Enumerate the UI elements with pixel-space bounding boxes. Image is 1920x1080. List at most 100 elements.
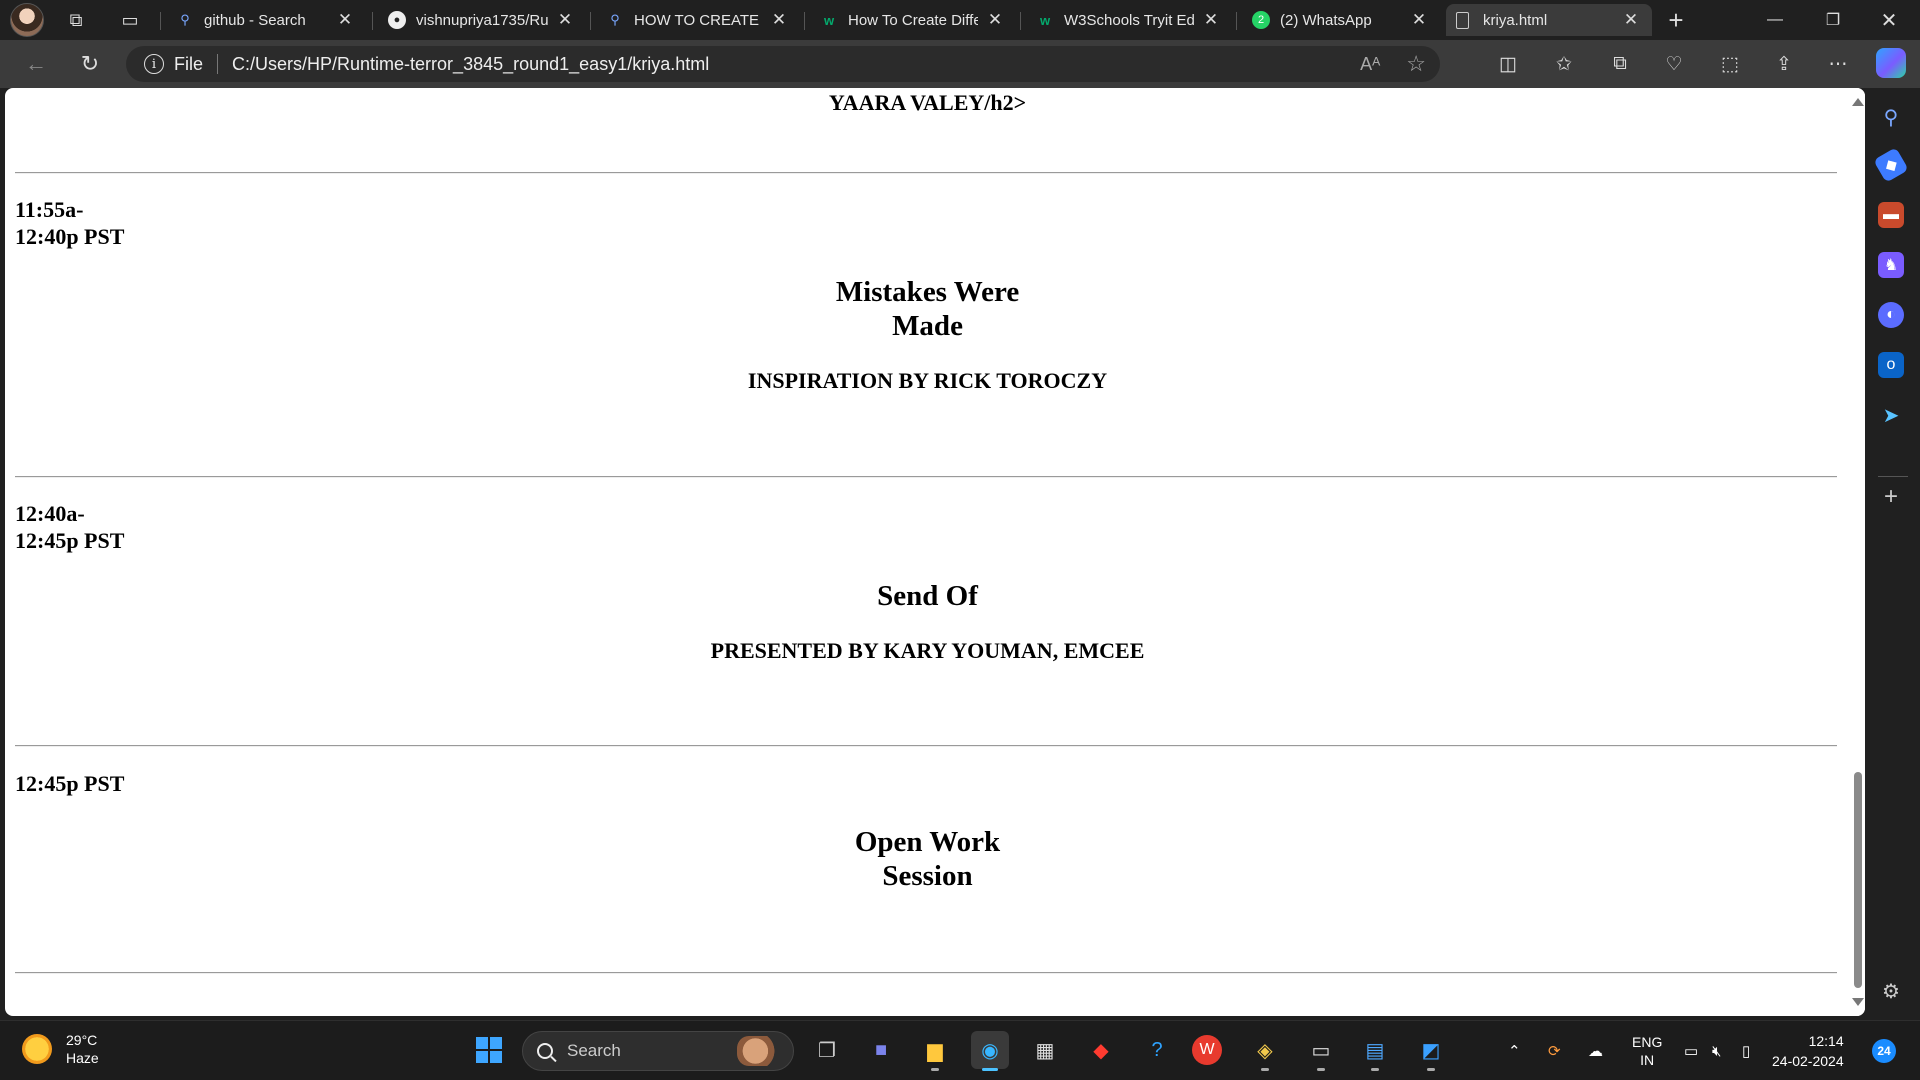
language-indicator[interactable]: ENG IN [1632, 1021, 1662, 1080]
tab-title: (2) WhatsApp [1280, 11, 1372, 29]
close-tab-icon[interactable]: ✕ [1408, 10, 1430, 30]
paint-icon[interactable]: ◩ [1412, 1031, 1450, 1071]
notification-badge[interactable]: 24 [1872, 1039, 1896, 1063]
network-icon[interactable]: ▭ [1684, 1021, 1698, 1080]
tab-w3schools-tryit[interactable]: w W3Schools Tryit Edit ✕ [1026, 4, 1232, 36]
search-icon [537, 1043, 553, 1059]
url-text[interactable]: C:/Users/HP/Runtime-terror_3845_round1_e… [232, 54, 709, 75]
close-tab-icon[interactable]: ✕ [768, 10, 790, 30]
favorite-star-icon[interactable]: ☆ [1406, 51, 1426, 77]
anydesk-icon[interactable]: ◆ [1082, 1031, 1120, 1069]
copilot-sidebar-icon[interactable]: ◐ [1878, 302, 1904, 328]
scrollbar-thumb[interactable] [1854, 772, 1862, 988]
help-icon[interactable]: ? [1138, 1031, 1176, 1069]
close-tab-icon[interactable]: ✕ [1200, 10, 1222, 30]
divider [15, 972, 1837, 974]
address-bar[interactable]: i File C:/Users/HP/Runtime-terror_3845_r… [126, 46, 1440, 82]
tab-github-repo[interactable]: ● vishnupriya1735/Ru ✕ [378, 4, 586, 36]
teams-icon[interactable]: ■ [862, 1031, 900, 1069]
send-icon[interactable]: ➤ [1878, 402, 1904, 428]
tab-title: kriya.html [1483, 11, 1548, 29]
shopping-tag-icon[interactable]: ◆ [1873, 147, 1909, 183]
split-screen-icon[interactable]: ◫ [1488, 44, 1528, 84]
event-presenter: INSPIRATION BY RICK TOROCZY [747, 368, 1108, 393]
scroll-up-icon[interactable] [1852, 98, 1864, 106]
tab-title: vishnupriya1735/Ru [416, 11, 548, 29]
edge-sidebar: ⚲ ◆ ▬ ♞ ◐ o ➤ + ⚙ [1866, 88, 1920, 1016]
tab-w3schools-howto[interactable]: w How To Create Diffe ✕ [810, 4, 1016, 36]
more-menu-icon[interactable]: ⋯ [1818, 44, 1858, 84]
event-presenter: PRESENTED BY KARY YOUMAN, EMCEE [710, 638, 1145, 663]
scroll-down-icon[interactable] [1852, 998, 1864, 1006]
weather-temperature: 29°C [66, 1032, 98, 1048]
event-title: Open Work Session [854, 826, 1001, 892]
tools-icon[interactable]: ▬ [1878, 202, 1904, 228]
search-placeholder: Search [567, 1041, 621, 1060]
profile-avatar[interactable] [10, 3, 44, 37]
settings-gear-icon[interactable]: ⚙ [1878, 978, 1904, 1004]
tab-github-search[interactable]: ⚲ github - Search ✕ [166, 4, 366, 36]
tab-kriya-html[interactable]: kriya.html ✕ [1446, 4, 1652, 36]
close-window-icon[interactable]: ✕ [1862, 0, 1916, 40]
add-icon[interactable]: + [1878, 483, 1904, 510]
taskbar-search[interactable]: Search [522, 1031, 794, 1071]
close-tab-icon[interactable]: ✕ [554, 10, 576, 30]
search-icon[interactable]: ⚲ [1878, 104, 1904, 130]
workspaces-icon[interactable]: ⧉ [56, 0, 96, 40]
w3schools-icon: w [1039, 12, 1051, 28]
new-tab-icon[interactable]: + [1656, 0, 1696, 40]
weather-widget[interactable]: 29°C Haze [22, 1031, 99, 1067]
read-aloud-icon[interactable]: Aᴬ [1360, 54, 1380, 75]
tab-title: HOW TO CREATE A [634, 11, 762, 29]
vertical-scrollbar[interactable] [1850, 88, 1865, 1016]
system-clock[interactable]: 12:14 24-02-2024 [1772, 1031, 1844, 1071]
event-time: 12:45p PST [15, 771, 125, 796]
search-highlight-image [737, 1036, 783, 1066]
search-icon: ⚲ [610, 12, 620, 27]
onedrive-icon[interactable]: ☁ [1588, 1021, 1603, 1080]
notepad-icon[interactable]: ▤ [1356, 1031, 1394, 1071]
tab-how-to-create[interactable]: ⚲ HOW TO CREATE A ✕ [596, 4, 800, 36]
refresh-icon[interactable]: ↻ [68, 46, 112, 82]
divider [15, 476, 1837, 478]
terminal-icon[interactable]: ▭ [1302, 1031, 1340, 1071]
wps-office-icon[interactable]: W [1192, 1035, 1222, 1065]
tab-whatsapp[interactable]: 2 (2) WhatsApp ✕ [1242, 4, 1440, 36]
file-icon [1456, 11, 1469, 29]
event-time: 12:40a- 12:45p PST [15, 501, 125, 553]
edge-browser-icon[interactable]: ◉ [971, 1031, 1009, 1071]
outlook-icon[interactable]: o [1878, 352, 1904, 378]
info-icon[interactable]: i [144, 54, 164, 74]
tab-title: How To Create Diffe [848, 11, 978, 29]
show-hidden-icons[interactable]: ⌃ [1508, 1021, 1521, 1080]
tab-actions-icon[interactable]: ▭ [110, 0, 150, 40]
event-title: Send Of [877, 580, 978, 612]
collections-icon[interactable]: ⧉ [1600, 44, 1640, 84]
schedule-page: YAARA VALEY/h2> 11:55a- 12:40p PST Mista… [5, 88, 1850, 1016]
close-tab-icon[interactable]: ✕ [1620, 10, 1642, 30]
browser-essentials-icon[interactable]: ♡ [1654, 44, 1694, 84]
games-icon[interactable]: ♞ [1878, 252, 1904, 278]
volume-muted-icon[interactable]: 🔇︎ [1712, 1021, 1721, 1080]
divider [15, 172, 1837, 174]
back-icon[interactable]: ← [14, 46, 58, 82]
microsoft-store-icon[interactable]: ▦ [1026, 1031, 1064, 1069]
restore-icon[interactable]: ❐ [1806, 0, 1860, 40]
file-explorer-icon[interactable]: ▆ [916, 1031, 954, 1071]
battery-icon[interactable]: ▯ [1742, 1021, 1750, 1080]
tab-title: W3Schools Tryit Edit [1064, 11, 1194, 29]
screenshot-icon[interactable]: ⬚ [1710, 44, 1750, 84]
task-view-icon[interactable]: ❐ [808, 1031, 846, 1069]
start-windows-icon[interactable] [470, 1031, 508, 1069]
copilot-icon[interactable] [1876, 48, 1906, 78]
divider [15, 745, 1837, 747]
close-tab-icon[interactable]: ✕ [984, 10, 1006, 30]
github-icon: ● [388, 11, 406, 29]
close-tab-icon[interactable]: ✕ [334, 10, 356, 30]
sync-icon[interactable]: ⟳ [1548, 1021, 1561, 1080]
minimize-icon[interactable]: — [1748, 0, 1802, 40]
favorites-icon[interactable]: ✩ [1544, 44, 1584, 84]
event-time: 11:55a- 12:40p PST [15, 197, 125, 249]
share-icon[interactable]: ⇪ [1764, 44, 1804, 84]
git-icon[interactable]: ◈ [1246, 1031, 1284, 1071]
